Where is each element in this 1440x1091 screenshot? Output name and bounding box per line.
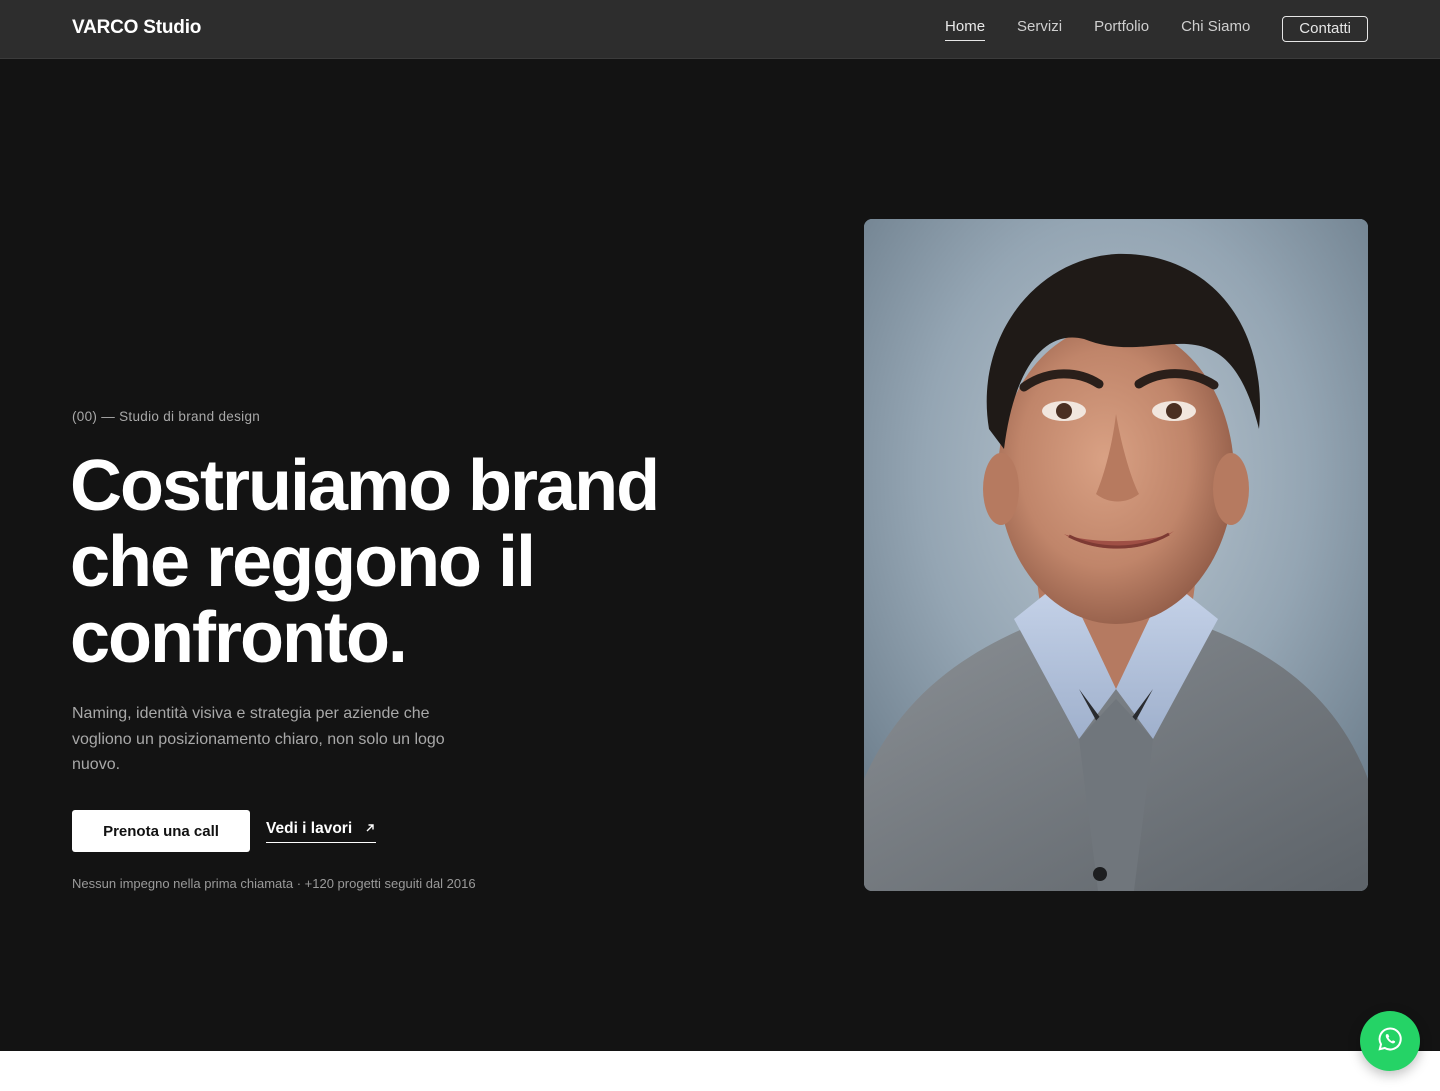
main-nav: Home Servizi Portfolio Chi Siamo Contatt…	[945, 16, 1368, 42]
nav-link-chi-siamo[interactable]: Chi Siamo	[1181, 17, 1250, 41]
hero-lead: Naming, identità visiva e strategia per …	[72, 705, 445, 773]
portrait-photo	[864, 219, 1368, 891]
page: VARCO Studio Home Servizi Portfolio Chi …	[0, 0, 1440, 1091]
nav-link-servizi[interactable]: Servizi	[1017, 17, 1062, 41]
prenota-call-button[interactable]: Prenota una call	[72, 810, 250, 852]
brand-logo[interactable]: VARCO Studio	[72, 17, 201, 39]
nav-link-portfolio[interactable]: Portfolio	[1094, 17, 1149, 41]
top-navbar: VARCO Studio Home Servizi Portfolio Chi …	[0, 0, 1440, 59]
hero-eyebrow: (00) — Studio di brand design	[72, 409, 261, 424]
hero-headline-line-3: confronto.	[70, 598, 408, 678]
hero-headline-line-2: che reggono il	[70, 522, 536, 602]
hero-section: (00) — Studio di brand design Costruiamo…	[0, 59, 1440, 1051]
hero-note: Nessun impegno nella prima chiamata · +1…	[72, 876, 476, 891]
vedi-lavori-label: Vedi i lavori	[266, 820, 353, 837]
whatsapp-icon	[1377, 1026, 1403, 1057]
whatsapp-button[interactable]	[1360, 1011, 1420, 1071]
hero-headline: Costruiamo brand che reggono il confront…	[70, 448, 790, 676]
contatti-button[interactable]: Contatti	[1282, 16, 1368, 42]
arrow-up-right-icon	[364, 821, 376, 833]
nav-link-home[interactable]: Home	[945, 17, 986, 41]
vedi-lavori-link[interactable]: Vedi i lavori	[266, 819, 377, 843]
hero-headline-line-1: Costruiamo brand	[70, 446, 660, 526]
next-section	[0, 1051, 1440, 1091]
